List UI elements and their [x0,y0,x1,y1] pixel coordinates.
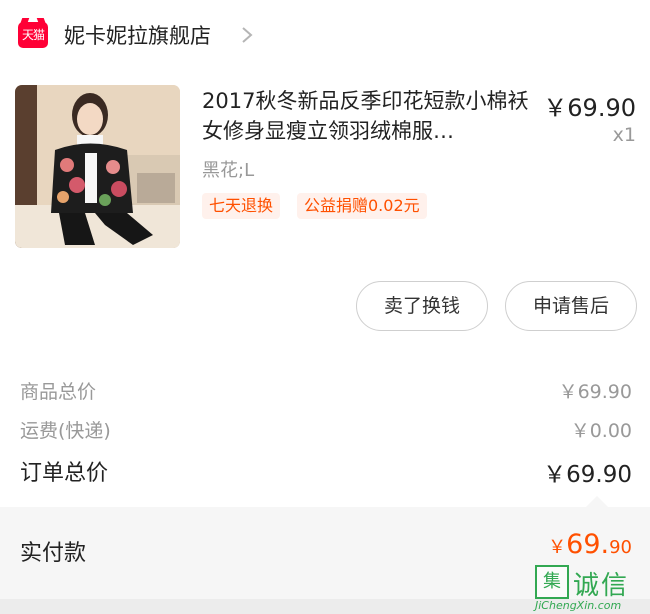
order-total-label: 订单总价 [20,461,109,486]
watermark-url: JiChengXin.com [535,599,622,612]
store-header[interactable]: 天猫 妮卡妮拉旗舰店 [0,0,650,70]
watermark: 集 诚信 JiChengXin.com [535,565,647,612]
tag-charity-donation: 公益捐赠0.02元 [297,193,427,219]
goods-total-value: ￥69.90 [558,381,632,403]
paid-integer: 69. [566,529,610,560]
product-variant: 黑花;L [202,160,255,181]
paid-amount-label: 实付款 [20,541,87,566]
tmall-logo-icon: 天猫 [18,22,48,48]
product-image[interactable] [15,85,180,248]
shipping-value: ￥0.00 [570,420,632,442]
sell-for-cash-button[interactable]: 卖了换钱 [356,281,488,331]
pay-pointer [586,496,608,507]
paid-currency: ￥ [548,537,567,558]
paid-amount-value: ￥69.90 [548,529,632,560]
goods-total-label: 商品总价 [20,381,97,403]
product-quantity: x1 [612,124,636,146]
order-total-value: ￥69.90 [543,462,632,488]
chevron-right-icon[interactable] [238,26,256,44]
store-name[interactable]: 妮卡妮拉旗舰店 [64,20,211,50]
watermark-text: 诚信 [573,571,630,601]
paid-decimal: 90 [609,537,632,558]
shipping-label: 运费(快递) [20,420,111,442]
watermark-logo-icon: 集 [535,565,569,599]
tag-seven-day-return: 七天退换 [202,193,281,219]
product-price: ￥69.90 [543,94,636,122]
apply-after-sale-button[interactable]: 申请售后 [505,281,637,331]
product-title[interactable]: 2017秋冬新品反季印花短款小棉袄女修身显瘦立领羽绒棉服… [202,86,542,146]
